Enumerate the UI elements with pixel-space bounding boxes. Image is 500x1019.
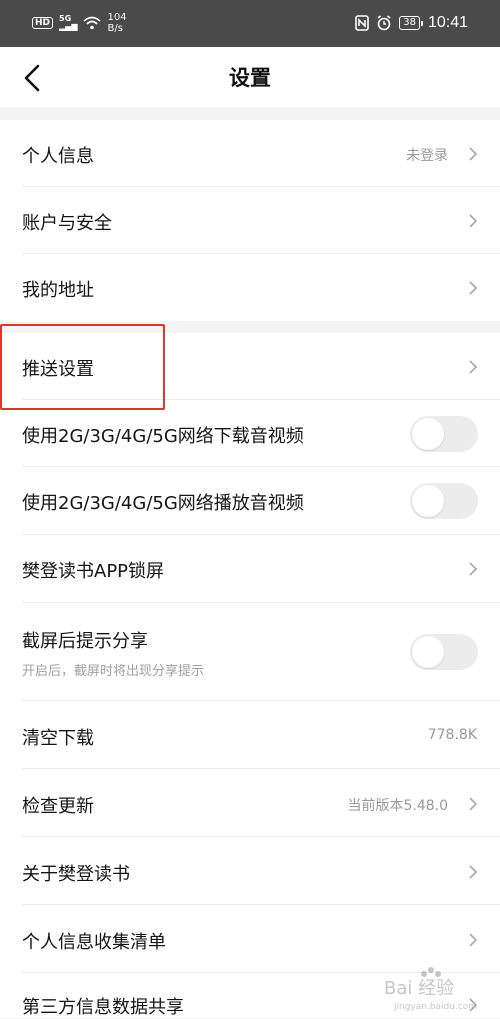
row-label: 第三方信息数据共享 [22,997,184,1018]
chevron-right-icon [469,214,478,228]
nfc-icon [355,15,370,31]
version-label: 当前版本5.48.0 [347,798,448,814]
network-speed: 104 B/s [107,12,126,34]
alarm-icon [377,15,391,31]
chevron-right-icon [469,281,478,295]
login-status: 未登录 [406,148,448,164]
row-clear-downloads[interactable]: 清空下载 778.8K [0,701,500,769]
speed-value: 104 [107,12,127,23]
page-title: 设置 [229,66,271,90]
row-label: 截屏后提示分享 [22,631,148,652]
row-screenshot-share: 截屏后提示分享 开启后，截屏时将出现分享提示 [0,603,500,701]
watermark-url: jingyan.baidu.com [393,1002,477,1012]
row-my-address[interactable]: 我的地址 [0,254,500,321]
row-label: 个人信息 [22,146,94,167]
toggle-knob [412,636,444,668]
row-label: 我的地址 [22,280,94,301]
row-label: 樊登读书APP锁屏 [22,561,165,582]
toggle-knob [412,485,444,517]
row-push-settings[interactable]: 推送设置 [0,333,500,400]
row-label: 个人信息收集清单 [22,932,166,953]
chevron-right-icon [469,933,478,947]
row-account-security[interactable]: 账户与安全 [0,187,500,254]
battery-indicator: 38 [399,16,423,30]
chevron-right-icon [469,797,478,811]
row-label: 推送设置 [22,359,94,380]
status-bar: HD 5G ▂▄▆ 104 B/s 38 10:41 [0,0,500,47]
signal-indicator: 5G ▂▄▆ [59,14,78,31]
status-right: 38 10:41 [355,14,468,32]
nav-bar: 设置 [0,47,500,107]
baidu-jingyan-watermark: Bai 经验 jingyan.baidu.com [384,967,477,1012]
clock: 10:41 [427,14,468,31]
row-label: 清空下载 [22,728,94,749]
row-personal-info[interactable]: 个人信息 未登录 [0,120,500,187]
watermark-brand: Bai 经验 [384,978,454,999]
toggle-knob [412,418,444,450]
chevron-right-icon [469,865,478,879]
row-label: 关于樊登读书 [22,864,130,885]
status-left: HD 5G ▂▄▆ 104 B/s [32,12,127,34]
row-check-update[interactable]: 检查更新 当前版本5.48.0 [0,769,500,837]
row-download-cellular: 使用2G/3G/4G/5G网络下载音视频 [0,400,500,467]
row-play-cellular: 使用2G/3G/4G/5G网络播放音视频 [0,467,500,535]
row-label: 使用2G/3G/4G/5G网络播放音视频 [22,493,304,514]
hd-indicator: HD [32,17,54,29]
download-cellular-toggle[interactable] [410,416,478,452]
row-subtitle: 开启后，截屏时将出现分享提示 [22,664,205,679]
speed-unit: B/s [107,23,123,34]
chevron-right-icon [469,147,478,161]
screenshot-share-toggle[interactable] [410,634,478,670]
cache-size: 778.8K [427,727,477,743]
chevron-right-icon [469,360,478,374]
row-label: 检查更新 [22,796,94,817]
play-cellular-toggle[interactable] [410,483,478,519]
chevron-right-icon [469,562,478,576]
network-type: 5G [59,14,72,23]
wifi-icon [83,16,102,30]
row-label: 使用2G/3G/4G/5G网络下载音视频 [22,426,304,447]
row-app-lockscreen[interactable]: 樊登读书APP锁屏 [0,535,500,603]
row-about[interactable]: 关于樊登读书 [0,837,500,905]
row-label: 账户与安全 [22,213,112,234]
